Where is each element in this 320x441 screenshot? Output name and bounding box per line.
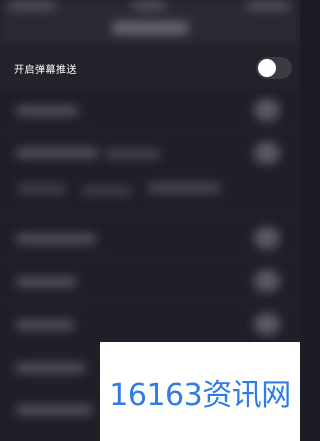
blurred-divider	[0, 130, 300, 131]
blurred-row-label	[16, 277, 76, 287]
danmaku-push-label: 开启弹幕推送	[14, 64, 77, 76]
blurred-row-label	[16, 234, 96, 244]
blurred-row-toggle	[254, 99, 280, 121]
blurred-status-left	[8, 2, 56, 9]
blurred-row-label	[16, 405, 92, 415]
blurred-divider	[0, 301, 300, 302]
site-watermark: 16163资讯网	[100, 342, 300, 441]
blurred-row-label	[16, 106, 78, 116]
danmaku-push-toggle[interactable]	[256, 57, 292, 79]
blurred-row-toggle	[254, 313, 280, 335]
blurred-row-sublabel	[106, 149, 160, 159]
blurred-option	[18, 184, 66, 194]
blurred-status-right	[246, 2, 290, 9]
blurred-row-label	[16, 363, 86, 373]
toggle-knob	[258, 59, 276, 77]
danmaku-settings-screen: 开启弹幕推送 16163资讯网	[0, 0, 300, 441]
blurred-row-toggle	[254, 142, 280, 164]
danmaku-push-row[interactable]: 开启弹幕推送	[0, 46, 300, 90]
blurred-status-center	[132, 2, 166, 9]
blurred-row-toggle	[254, 227, 280, 249]
blurred-option	[148, 183, 220, 193]
blurred-row-toggle	[254, 270, 280, 292]
watermark-text: 16163资讯网	[109, 377, 291, 413]
blurred-divider	[0, 258, 300, 259]
blurred-title	[112, 22, 188, 34]
blurred-option	[82, 186, 132, 196]
blurred-divider	[0, 214, 300, 215]
blurred-row-label	[16, 320, 74, 330]
blurred-row-label	[16, 148, 98, 158]
